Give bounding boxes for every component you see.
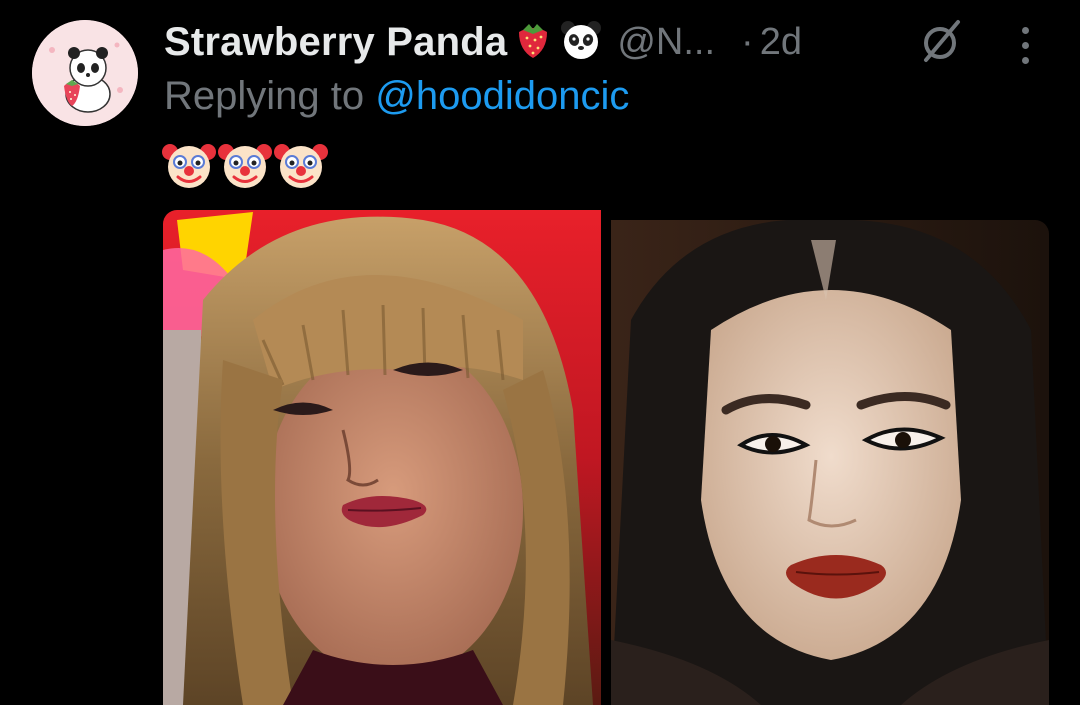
tweet-card[interactable]: Strawberry Panda @N... · 2d Replying to … bbox=[0, 0, 1080, 705]
replying-to-line: Replying to @hoodidoncic bbox=[164, 74, 629, 119]
separator-dot: · bbox=[741, 20, 754, 63]
panda-icon bbox=[559, 18, 603, 67]
avatar[interactable] bbox=[32, 20, 138, 126]
clown-face-icon bbox=[218, 138, 272, 194]
display-name[interactable]: Strawberry Panda bbox=[164, 20, 507, 65]
timestamp[interactable]: 2d bbox=[760, 21, 802, 64]
clown-face-icon bbox=[162, 138, 216, 194]
clown-face-icon bbox=[274, 138, 328, 194]
more-vertical-icon[interactable] bbox=[1010, 20, 1040, 70]
replying-handle-link[interactable]: @hoodidoncic bbox=[375, 74, 629, 118]
media-grid bbox=[163, 210, 1053, 705]
user-handle[interactable]: @N... bbox=[617, 21, 715, 64]
tweet-header: Strawberry Panda @N... · 2d bbox=[164, 14, 802, 70]
tweet-text bbox=[162, 138, 328, 194]
strawberry-icon bbox=[511, 18, 555, 67]
media-photo-right[interactable] bbox=[611, 220, 1049, 705]
media-photo-left[interactable] bbox=[163, 210, 601, 705]
replying-prefix: Replying to bbox=[164, 74, 376, 118]
no-entry-circle-icon[interactable] bbox=[914, 14, 968, 68]
